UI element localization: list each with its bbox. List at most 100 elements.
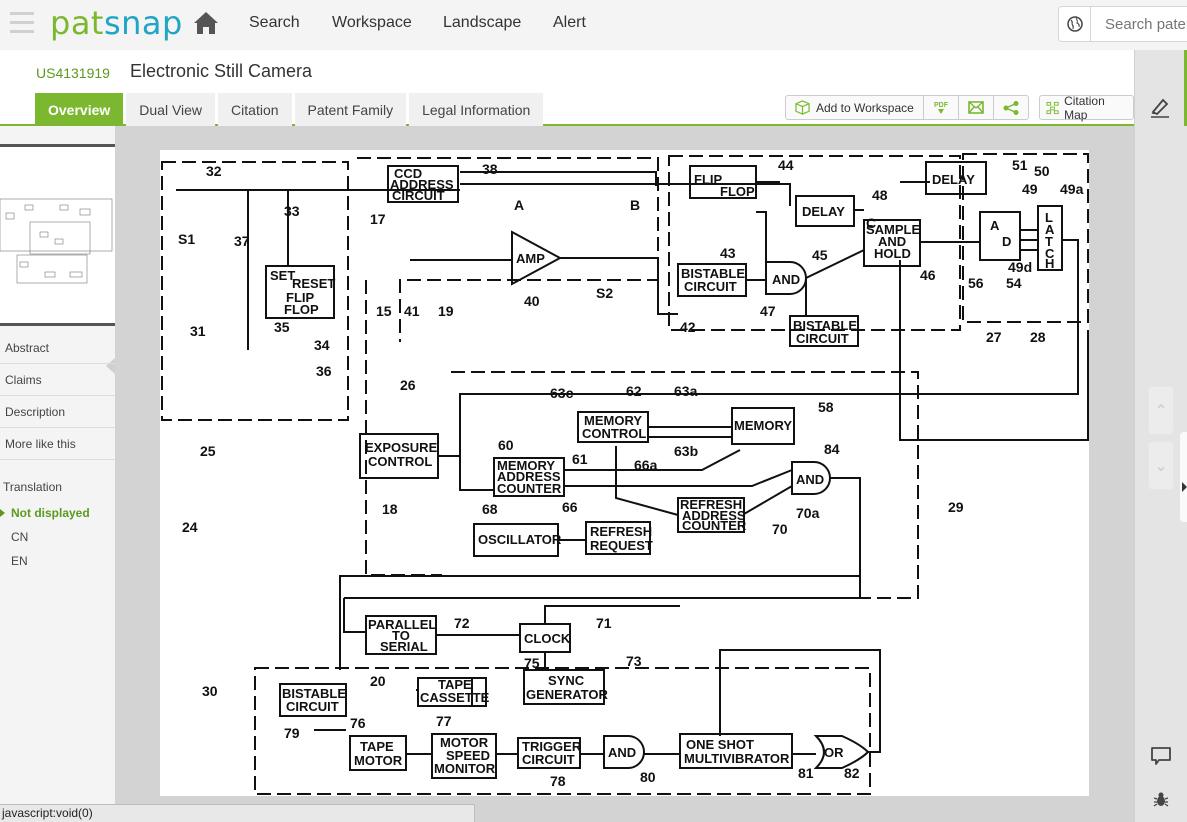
block-label: MONITOR (434, 761, 496, 776)
tab-citation[interactable]: Citation (218, 93, 292, 126)
reference-numeral: 51 (1012, 157, 1028, 173)
scroll-down-button[interactable]: ⌄ (1148, 441, 1174, 490)
block-label: CLOCK (524, 631, 571, 646)
reference-numeral: A (514, 197, 524, 213)
block-label: CONTROL (368, 454, 432, 469)
block-label: AMP (516, 251, 545, 266)
bug-report-icon[interactable] (1152, 790, 1170, 813)
nav-landscape[interactable]: Landscape (443, 14, 521, 32)
block-label: OSCILLATOR (478, 532, 562, 547)
nav-alert[interactable]: Alert (553, 14, 586, 32)
reference-numeral: B (630, 197, 640, 213)
reference-numeral: 41 (404, 303, 420, 319)
citation-map-button[interactable]: Citation Map (1039, 94, 1134, 122)
tab-bar: Overview Dual View Citation Patent Famil… (35, 93, 546, 126)
tab-patent-family[interactable]: Patent Family (294, 93, 407, 126)
block-label: AND (608, 745, 636, 760)
reference-numeral: 49 (1022, 181, 1038, 197)
left-sidebar: Abstract Claims Description More like th… (0, 126, 115, 822)
patent-drawing[interactable]: CCD ADDRESS CIRCUIT SET RESET FLIP FLOP … (160, 150, 1089, 796)
translation-option-cn[interactable]: CN (11, 530, 28, 544)
circuit-diagram: CCD ADDRESS CIRCUIT SET RESET FLIP FLOP … (161, 153, 1089, 795)
reference-numeral: 71 (596, 615, 612, 631)
share-icon (1003, 100, 1019, 115)
reference-numeral: 24 (182, 519, 198, 535)
nav-workspace[interactable]: Workspace (332, 14, 412, 32)
add-to-workspace-button[interactable]: Add to Workspace (786, 96, 924, 119)
reference-numeral: 66a (634, 457, 658, 473)
reference-numeral: 68 (482, 501, 498, 517)
patsnap-logo[interactable]: patsnap (50, 4, 183, 42)
reference-numeral: 40 (524, 293, 540, 309)
reference-numeral: 66 (562, 499, 578, 515)
reference-numeral: 82 (844, 765, 860, 781)
block-label: GENERATOR (526, 687, 608, 702)
reference-numeral: 62 (626, 383, 642, 399)
reference-numeral: 80 (640, 769, 656, 785)
share-button[interactable] (994, 96, 1028, 119)
reference-numeral: 28 (1030, 329, 1046, 345)
highlighter-icon[interactable] (1149, 96, 1171, 123)
sidebar-item-more-like-this[interactable]: More like this (0, 428, 115, 460)
reference-numeral: 72 (454, 615, 470, 631)
reference-numeral: 44 (778, 157, 794, 173)
block-label: HOLD (874, 246, 911, 261)
tab-overview[interactable]: Overview (35, 93, 124, 126)
reference-numeral: 56 (968, 275, 984, 291)
home-icon[interactable] (192, 10, 220, 36)
block-label: COUNTER (682, 518, 747, 533)
group-28 (962, 153, 1089, 323)
reference-numeral: 49d (1008, 259, 1032, 275)
caret-right-icon (1182, 482, 1187, 492)
block-label: CIRCUIT (522, 752, 575, 767)
sidebar-item-abstract[interactable]: Abstract (0, 332, 115, 364)
group-mid (365, 280, 442, 576)
block-label: AND (796, 472, 824, 487)
menu-icon[interactable] (10, 12, 34, 36)
reference-numeral: 30 (202, 683, 218, 699)
reference-numeral: C (866, 215, 876, 231)
reference-numeral: 35 (274, 319, 290, 335)
scroll-up-button[interactable]: ⌃ (1148, 386, 1174, 435)
diagram-shape (719, 181, 1089, 753)
patent-header: US4131919 Electronic Still Camera Overvi… (0, 50, 1134, 126)
nav-search[interactable]: Search (249, 14, 300, 32)
reference-numeral: S2 (596, 285, 613, 301)
reference-numeral: 27 (986, 329, 1002, 345)
block-label: RESET (292, 276, 335, 291)
drawing-thumbnail[interactable] (0, 144, 115, 326)
sidebar-item-description[interactable]: Description (0, 396, 115, 428)
diagram-shape (459, 229, 1079, 491)
reference-numeral: 15 (376, 303, 392, 319)
patent-number[interactable]: US4131919 (36, 65, 110, 81)
translation-option-not-displayed[interactable]: Not displayed (11, 506, 90, 520)
tab-legal-information[interactable]: Legal Information (409, 93, 544, 126)
block-label: COUNTER (497, 481, 562, 496)
reference-numeral: 36 (316, 363, 332, 379)
search-input[interactable] (1091, 7, 1187, 41)
reference-numeral: 70a (796, 505, 820, 521)
sidebar-item-claims[interactable]: Claims (0, 364, 115, 396)
reference-numeral: 63c (550, 385, 574, 401)
reference-numeral: 81 (798, 765, 814, 781)
action-group: Add to Workspace PDF (785, 95, 1029, 120)
translation-option-en[interactable]: EN (11, 554, 28, 568)
block-label: SERIAL (380, 639, 428, 654)
patent-title: Electronic Still Camera (130, 61, 313, 81)
panel-expand-tab[interactable] (1180, 432, 1187, 522)
section-nav: Abstract Claims Description More like th… (0, 332, 115, 460)
reference-numeral: 76 (350, 715, 366, 731)
reference-numeral: 33 (284, 203, 300, 219)
block-label: MULTIVIBRATOR (684, 751, 790, 766)
reference-numeral: 37 (234, 233, 250, 249)
pdf-download-button[interactable]: PDF (924, 96, 959, 119)
globe-icon[interactable] (1059, 7, 1091, 41)
reference-numeral: 58 (818, 399, 834, 415)
reference-numeral: 34 (314, 337, 330, 353)
reference-numeral: 19 (438, 303, 454, 319)
chat-icon[interactable] (1150, 745, 1172, 772)
email-button[interactable] (959, 96, 994, 119)
tab-dual-view[interactable]: Dual View (126, 93, 216, 126)
reference-numeral: 32 (206, 163, 222, 179)
drawing-viewer: CCD ADDRESS CIRCUIT SET RESET FLIP FLOP … (115, 126, 1134, 822)
